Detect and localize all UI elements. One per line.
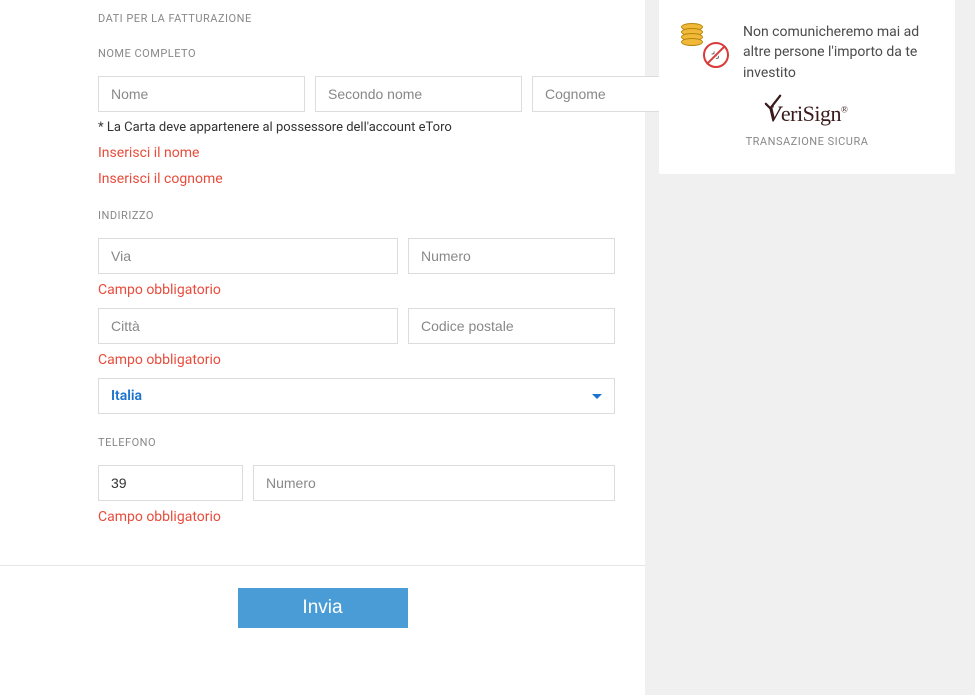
postal-code-input[interactable] — [408, 308, 615, 344]
address-label: INDIRIZZO — [98, 209, 615, 222]
phone-number-input[interactable] — [253, 465, 615, 501]
billing-section-header: DATI PER LA FATTURAZIONE — [98, 12, 615, 25]
no-share-badge-icon: ››› — [703, 42, 729, 68]
phone-error: Campo obbligatorio — [98, 509, 615, 525]
last-name-error: Inserisci il cognome — [98, 171, 615, 187]
submit-bar: Invia — [0, 565, 645, 660]
first-name-input[interactable] — [98, 76, 305, 112]
first-name-error: Inserisci il nome — [98, 145, 615, 161]
middle-name-input[interactable] — [315, 76, 522, 112]
billing-form-card: DATI PER LA FATTURAZIONE NOME COMPLETO *… — [0, 0, 645, 695]
secure-transaction-label: TRANSAZIONE SICURA — [681, 135, 933, 148]
city-error: Campo obbligatorio — [98, 352, 615, 368]
country-select[interactable]: Italia — [98, 378, 615, 414]
coins-icon — [681, 26, 703, 46]
phone-label: TELEFONO — [98, 436, 615, 449]
privacy-text: Non comunicheremo mai ad altre persone l… — [743, 22, 933, 83]
checkmark-icon — [764, 93, 782, 111]
security-sidebar-card: ››› Non comunicheremo mai ad altre perso… — [659, 0, 955, 174]
street-error: Campo obbligatorio — [98, 282, 615, 298]
country-value: Italia — [111, 388, 592, 404]
city-input[interactable] — [98, 308, 398, 344]
privacy-icon: ››› — [681, 22, 725, 66]
street-number-input[interactable] — [408, 238, 615, 274]
fullname-label: NOME COMPLETO — [98, 47, 615, 60]
street-input[interactable] — [98, 238, 398, 274]
submit-button[interactable]: Invia — [238, 588, 408, 628]
verisign-logo: VeriSign® — [767, 101, 848, 127]
card-owner-note: * La Carta deve appartenere al possessor… — [98, 120, 615, 135]
chevron-down-icon — [592, 394, 602, 399]
phone-prefix-input[interactable] — [98, 465, 243, 501]
